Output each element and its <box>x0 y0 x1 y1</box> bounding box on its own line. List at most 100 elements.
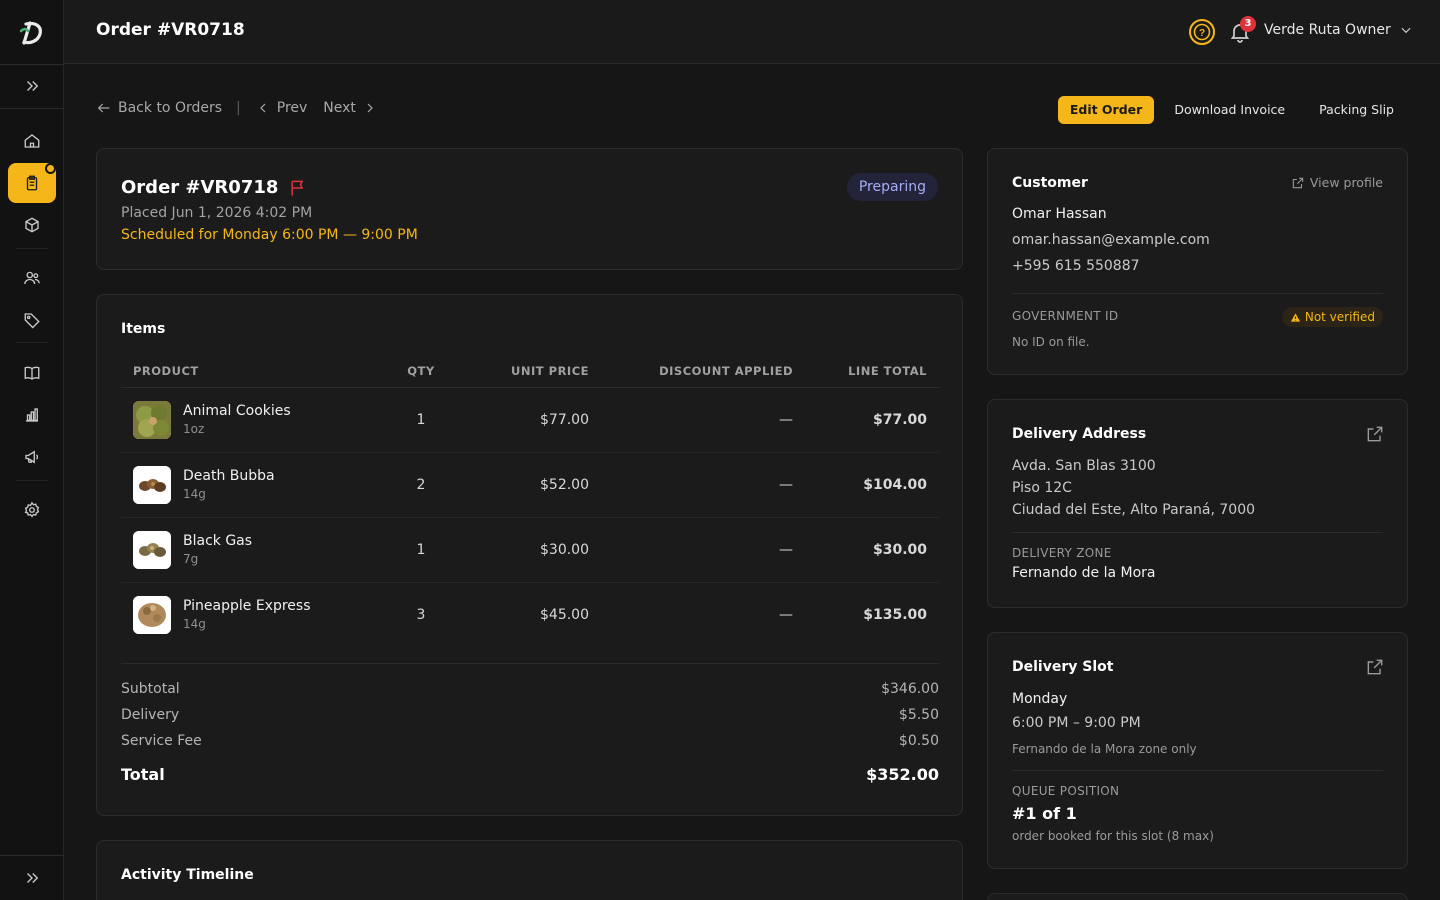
qty-cell: 1 <box>391 517 451 583</box>
delivery-row: Delivery $5.50 <box>121 702 939 728</box>
order-title: Order #VR0718 <box>121 177 308 198</box>
delivery-value: $5.50 <box>898 707 939 723</box>
flag-icon[interactable] <box>288 178 308 198</box>
additional-card <box>987 893 1408 900</box>
notification-count-badge: 3 <box>1240 16 1256 32</box>
government-id-label: Government ID <box>1012 309 1119 323</box>
queue-position-label: Queue Position <box>1012 784 1120 798</box>
sidebar-item-promotions[interactable] <box>8 300 56 340</box>
sidebar-item-orders[interactable] <box>8 163 56 203</box>
user-menu[interactable]: Verde Ruta Owner <box>1264 22 1413 38</box>
customer-title: Customer <box>1012 175 1088 191</box>
sidebar-divider <box>0 108 64 109</box>
items-card: Items Product QTY Unit Price Discount Ap… <box>96 294 963 816</box>
table-row[interactable]: Pineapple Express 14g 3 $45.00 — $135.00 <box>121 582 939 647</box>
line-total-cell: $104.00 <box>805 452 939 518</box>
prev-order-link[interactable]: Prev <box>277 100 308 116</box>
next-order-link[interactable]: Next <box>323 100 356 116</box>
product-name[interactable]: Black Gas <box>183 533 252 549</box>
unit-price-cell: $52.00 <box>451 452 601 518</box>
sidebar-item-reports[interactable] <box>8 395 56 435</box>
sidebar-item-settings[interactable] <box>8 490 56 530</box>
chevron-left-icon[interactable] <box>255 100 271 116</box>
delivery-label: Delivery <box>121 707 180 723</box>
address-line-1: Avda. San Blas 3100 <box>1012 458 1156 474</box>
queue-position-value: #1 of 1 <box>1012 804 1077 823</box>
table-row[interactable]: Death Bubba 14g 2 $52.00 — $104.00 <box>121 452 939 518</box>
order-scheduled-time: Scheduled for Monday 6:00 PM — 9:00 PM <box>121 227 418 243</box>
logo-icon[interactable] <box>15 17 47 49</box>
sidebar-item-customers[interactable] <box>8 258 56 298</box>
product-thumbnail <box>133 400 171 439</box>
edit-icon[interactable] <box>1365 424 1385 444</box>
id-status-label: Not verified <box>1304 310 1375 324</box>
service-fee-label: Service Fee <box>121 733 202 749</box>
total-value: $352.00 <box>866 764 939 784</box>
box-icon <box>25 217 39 233</box>
edit-icon[interactable] <box>1365 657 1385 677</box>
warning-icon <box>1290 312 1300 322</box>
arrow-left-icon <box>97 103 110 113</box>
page-title: Order #VR0718 <box>96 20 245 40</box>
product-name[interactable]: Animal Cookies <box>183 403 291 419</box>
sidebar-item-marketing[interactable] <box>8 437 56 477</box>
users-icon <box>24 271 40 285</box>
product-size: 1oz <box>183 422 205 436</box>
external-link-icon <box>1292 177 1304 188</box>
sidebar-item-home[interactable] <box>8 121 56 161</box>
expand-sidebar-bottom-button[interactable] <box>8 858 56 898</box>
discount-cell: — <box>601 452 805 518</box>
packing-slip-button[interactable]: Packing Slip <box>1305 96 1408 124</box>
order-navigation: Back to Orders | Prev Next <box>96 100 378 116</box>
product-name[interactable]: Pineapple Express <box>183 598 310 614</box>
divider <box>1012 532 1383 533</box>
product-thumbnail <box>133 465 171 504</box>
gear-icon <box>24 501 40 518</box>
product-thumbnail <box>133 530 171 569</box>
subtotal-value: $346.00 <box>881 681 939 697</box>
column-header-unit-price: Unit Price <box>451 355 601 388</box>
queue-position-note: order booked for this slot (8 max) <box>1012 829 1214 843</box>
divider <box>1012 770 1383 771</box>
delivery-address-card: Delivery Address Avda. San Blas 3100 Pis… <box>987 399 1408 608</box>
download-invoice-button[interactable]: Download Invoice <box>1160 96 1299 124</box>
delivery-zone-label: Delivery Zone <box>1012 546 1112 560</box>
table-row[interactable]: Animal Cookies 1oz 1 $77.00 — $77.00 <box>121 387 939 453</box>
chevron-right-icon[interactable] <box>362 100 378 116</box>
help-icon[interactable]: ? <box>1188 18 1216 46</box>
sidebar-item-catalog[interactable] <box>8 353 56 393</box>
column-header-line-total: Line Total <box>805 355 939 388</box>
activity-timeline-card: Activity Timeline <box>96 840 963 900</box>
sidebar-divider <box>16 480 48 481</box>
product-name[interactable]: Death Bubba <box>183 468 275 484</box>
address-line-3: Ciudad del Este, Alto Paraná, 7000 <box>1012 502 1256 518</box>
sidebar-divider <box>0 64 64 65</box>
sidebar-item-products[interactable] <box>8 205 56 245</box>
edit-order-button[interactable]: Edit Order <box>1057 96 1155 124</box>
customer-card: Customer View profile Omar Hassan omar.h… <box>987 148 1408 375</box>
megaphone-icon <box>25 450 39 464</box>
table-row[interactable]: Black Gas 7g 1 $30.00 — $30.00 <box>121 517 939 583</box>
delivery-zone-value: Fernando de la Mora <box>1012 565 1156 581</box>
orders-icon <box>26 175 38 191</box>
qty-cell: 2 <box>391 452 451 518</box>
customer-email[interactable]: omar.hassan@example.com <box>1012 232 1210 248</box>
unit-price-cell: $45.00 <box>540 606 589 623</box>
discount-cell: — <box>601 387 805 453</box>
service-fee-row: Service Fee $0.50 <box>121 728 939 754</box>
topbar: Order #VR0718 ? 3 Verde Ruta Owner <box>64 0 1440 64</box>
customer-phone[interactable]: +595 615 550887 <box>1012 258 1140 274</box>
total-row: Total $352.00 <box>121 754 939 794</box>
expand-sidebar-button[interactable] <box>8 66 56 106</box>
delivery-slot-card: Delivery Slot Monday 6:00 PM – 9:00 PM F… <box>987 632 1408 869</box>
discount-cell: — <box>601 517 805 583</box>
column-header-discount: Discount Applied <box>601 355 805 388</box>
tag-icon <box>24 313 40 329</box>
nav-separator: | <box>236 100 241 116</box>
order-summary-card: Order #VR0718 Placed Jun 1, 2026 4:02 PM… <box>96 148 963 270</box>
view-profile-link[interactable]: View profile <box>1291 175 1383 190</box>
sidebar-divider <box>16 248 48 249</box>
back-to-orders-link[interactable]: Back to Orders <box>118 100 222 116</box>
product-thumbnail <box>133 595 171 634</box>
items-table: Product QTY Unit Price Discount Applied … <box>121 355 939 647</box>
